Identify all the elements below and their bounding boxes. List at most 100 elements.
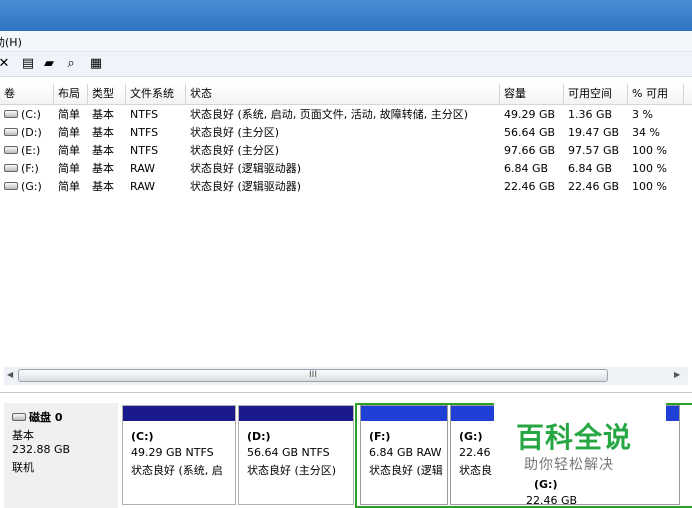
col-free-space[interactable]: 可用空间: [564, 84, 628, 104]
drive-icon: [4, 110, 18, 118]
status-cell: 状态良好 (主分区): [190, 144, 280, 157]
search-icon[interactable]: ⌕: [63, 56, 79, 71]
capacity-cell: 6.84 GB: [504, 162, 549, 175]
status-cell: 状态良好 (逻辑驱动器): [190, 162, 302, 175]
partition-status: 状态良好 (逻辑: [369, 464, 443, 477]
volume-cell: (E:): [4, 142, 40, 160]
volume-cell: (G:): [4, 178, 42, 196]
watermark: 百科全说 助你轻松解决: [494, 398, 666, 482]
capacity-cell: 56.64 GB: [504, 126, 556, 139]
partition-size: 22.46 (: [459, 446, 499, 459]
volume-cell: (F:): [4, 160, 39, 178]
partition-label: (G:): [459, 430, 483, 443]
close-icon[interactable]: ✕: [0, 56, 12, 71]
status-cell: 状态良好 (系统, 启动, 页面文件, 活动, 故障转储, 主分区): [190, 108, 469, 121]
properties-icon[interactable]: ▤: [20, 56, 36, 71]
col-capacity[interactable]: 容量: [500, 84, 564, 104]
table-row[interactable]: (G:) 简单 基本 RAW 状态良好 (逻辑驱动器) 22.46 GB 22.…: [0, 178, 692, 196]
drive-icon: [4, 182, 18, 190]
disk-status: 联机: [12, 461, 34, 474]
type-cell: 基本: [92, 180, 114, 193]
scrollbar-thumb[interactable]: III: [18, 369, 608, 382]
status-cell: 状态良好 (逻辑驱动器): [190, 180, 302, 193]
table-row[interactable]: (D:) 简单 基本 NTFS 状态良好 (主分区) 56.64 GB 19.4…: [0, 124, 692, 142]
disk-name: 磁盘 0: [12, 409, 62, 425]
capacity-cell: 49.29 GB: [504, 108, 556, 121]
percent-cell: 100 %: [632, 144, 667, 157]
partition-status: 状态良: [459, 464, 492, 477]
primary-partition-bar: [123, 406, 235, 421]
layout-cell: 简单: [58, 126, 80, 139]
table-header: 卷 布局 类型 文件系统 状态 容量 可用空间 % 可用: [0, 84, 692, 105]
capacity-cell: 97.66 GB: [504, 144, 556, 157]
free-cell: 22.46 GB: [568, 180, 620, 193]
partition-size: 49.29 GB NTFS: [131, 446, 214, 459]
partition-size: 56.64 GB NTFS: [247, 446, 330, 459]
type-cell: 基本: [92, 162, 114, 175]
partition-label: (D:): [247, 430, 271, 443]
partition-status: 状态良好 (系统, 启: [131, 464, 223, 477]
logical-drive-bar: [361, 406, 447, 421]
col-volume[interactable]: 卷: [0, 84, 54, 104]
partition-label: (C:): [131, 430, 154, 443]
partition-label: (F:): [369, 430, 391, 443]
overflow-partition-label: (G:): [534, 478, 558, 491]
fs-cell: RAW: [130, 180, 155, 193]
scroll-left-icon[interactable]: ◀: [7, 370, 13, 379]
drive-icon: [4, 128, 18, 136]
col-percent-free[interactable]: % 可用: [628, 84, 684, 104]
partition-status: 状态良好 (主分区): [247, 464, 337, 477]
status-cell: 状态良好 (主分区): [190, 126, 280, 139]
free-cell: 97.57 GB: [568, 144, 620, 157]
disk-size: 232.88 GB: [12, 443, 71, 456]
col-filesystem[interactable]: 文件系统: [126, 84, 186, 104]
menu-bar: 助(H): [0, 31, 692, 52]
menu-help[interactable]: 助(H): [0, 34, 22, 50]
capacity-cell: 22.46 GB: [504, 180, 556, 193]
percent-cell: 100 %: [632, 162, 667, 175]
type-cell: 基本: [92, 126, 114, 139]
primary-partition-bar: [239, 406, 353, 421]
type-cell: 基本: [92, 108, 114, 121]
table-row[interactable]: (C:) 简单 基本 NTFS 状态良好 (系统, 启动, 页面文件, 活动, …: [0, 106, 692, 124]
free-cell: 19.47 GB: [568, 126, 620, 139]
volume-cell: (C:): [4, 106, 41, 124]
partition-size: 6.84 GB RAW: [369, 446, 442, 459]
disk-type: 基本: [12, 429, 34, 442]
fs-cell: RAW: [130, 162, 155, 175]
watermark-title: 百科全说: [516, 421, 633, 454]
layout-cell: 简单: [58, 108, 80, 121]
disk-icon: [12, 413, 26, 421]
open-folder-icon[interactable]: ▰: [41, 56, 57, 71]
disk-0-label[interactable]: 磁盘 0 基本 232.88 GB 联机: [4, 403, 118, 508]
fs-cell: NTFS: [130, 126, 159, 139]
free-cell: 6.84 GB: [568, 162, 613, 175]
layout-cell: 简单: [58, 180, 80, 193]
volume-list: 卷 布局 类型 文件系统 状态 容量 可用空间 % 可用 (C:) 简单 基本 …: [0, 84, 692, 366]
disk-icon[interactable]: ▦: [88, 56, 104, 71]
layout-cell: 简单: [58, 144, 80, 157]
fs-cell: NTFS: [130, 108, 159, 121]
fs-cell: NTFS: [130, 144, 159, 157]
partition-c[interactable]: (C:) 49.29 GB NTFS 状态良好 (系统, 启: [122, 405, 236, 505]
layout-cell: 简单: [58, 162, 80, 175]
col-layout[interactable]: 布局: [54, 84, 88, 104]
partition-f[interactable]: (F:) 6.84 GB RAW 状态良好 (逻辑: [360, 405, 448, 505]
volume-cell: (D:): [4, 124, 42, 142]
horizontal-scrollbar[interactable]: ◀ III ▶: [4, 367, 688, 385]
free-cell: 1.36 GB: [568, 108, 613, 121]
partition-d[interactable]: (D:) 56.64 GB NTFS 状态良好 (主分区): [238, 405, 354, 505]
col-type[interactable]: 类型: [88, 84, 126, 104]
scroll-right-icon[interactable]: ▶: [674, 370, 680, 379]
type-cell: 基本: [92, 144, 114, 157]
scrollbar-grip: III: [309, 370, 317, 380]
overflow-partition-size: 22.46 GB: [526, 494, 578, 507]
percent-cell: 3 %: [632, 108, 653, 121]
window-title-bar: [0, 0, 692, 31]
col-status[interactable]: 状态: [186, 84, 500, 104]
table-row[interactable]: (E:) 简单 基本 NTFS 状态良好 (主分区) 97.66 GB 97.5…: [0, 142, 692, 160]
drive-icon: [4, 146, 18, 154]
drive-icon: [4, 164, 18, 172]
percent-cell: 34 %: [632, 126, 660, 139]
table-row[interactable]: (F:) 简单 基本 RAW 状态良好 (逻辑驱动器) 6.84 GB 6.84…: [0, 160, 692, 178]
